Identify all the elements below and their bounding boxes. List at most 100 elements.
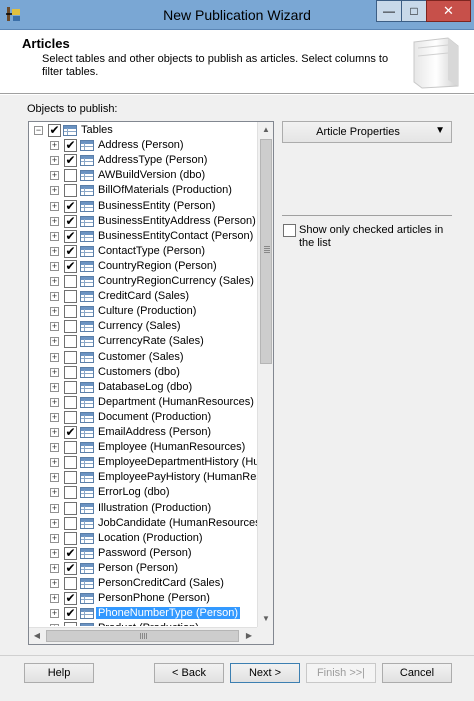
- tree-item[interactable]: + ✔ ContactType (Person): [29, 244, 257, 259]
- tree-item[interactable]: + CreditCard (Sales): [29, 289, 257, 304]
- expand-icon[interactable]: +: [50, 534, 59, 543]
- expand-icon[interactable]: +: [50, 504, 59, 513]
- tree-item[interactable]: + ✔ AddressType (Person): [29, 153, 257, 168]
- expand-icon[interactable]: +: [50, 398, 59, 407]
- expand-icon[interactable]: +: [50, 232, 59, 241]
- expand-icon[interactable]: +: [50, 609, 59, 618]
- expand-icon[interactable]: +: [50, 488, 59, 497]
- expand-icon[interactable]: +: [50, 247, 59, 256]
- expand-icon[interactable]: +: [50, 337, 59, 346]
- article-checkbox[interactable]: ✔: [64, 592, 77, 605]
- article-checkbox[interactable]: [64, 366, 77, 379]
- expand-icon[interactable]: +: [50, 217, 59, 226]
- expand-icon[interactable]: +: [50, 171, 59, 180]
- tree-item[interactable]: + Customer (Sales): [29, 350, 257, 365]
- tree-item[interactable]: + ErrorLog (dbo): [29, 485, 257, 500]
- expand-icon[interactable]: +: [50, 202, 59, 211]
- tree-item[interactable]: + ✔ BusinessEntityAddress (Person): [29, 214, 257, 229]
- tree-item[interactable]: + Currency (Sales): [29, 319, 257, 334]
- article-checkbox[interactable]: [64, 351, 77, 364]
- tree-item[interactable]: + ✔ BusinessEntityContact (Person): [29, 229, 257, 244]
- tree-item[interactable]: + Employee (HumanResources): [29, 440, 257, 455]
- article-checkbox[interactable]: ✔: [64, 547, 77, 560]
- tree-item[interactable]: + ✔ Password (Person): [29, 546, 257, 561]
- article-checkbox[interactable]: ✔: [64, 139, 77, 152]
- scroll-up-icon[interactable]: ▲: [258, 122, 273, 138]
- scroll-right-icon[interactable]: ▶: [241, 628, 257, 644]
- expand-icon[interactable]: +: [50, 368, 59, 377]
- tree-item[interactable]: + BillOfMaterials (Production): [29, 183, 257, 198]
- tree-item[interactable]: + Culture (Production): [29, 304, 257, 319]
- expand-icon[interactable]: +: [50, 141, 59, 150]
- article-checkbox[interactable]: [64, 577, 77, 590]
- article-properties-dropdown[interactable]: Article Properties ▼: [282, 121, 452, 143]
- tree-item[interactable]: + Illustration (Production): [29, 501, 257, 516]
- maximize-button[interactable]: □: [401, 0, 427, 22]
- article-checkbox[interactable]: [64, 622, 77, 626]
- tree-item[interactable]: + ✔ EmailAddress (Person): [29, 425, 257, 440]
- expand-icon[interactable]: +: [50, 428, 59, 437]
- expand-icon[interactable]: +: [50, 564, 59, 573]
- article-checkbox[interactable]: [64, 290, 77, 303]
- expand-icon[interactable]: +: [50, 473, 59, 482]
- article-checkbox[interactable]: [64, 502, 77, 515]
- show-only-checked-option[interactable]: Show only checked articles in the list: [282, 223, 452, 253]
- tree-item[interactable]: + ✔ Person (Person): [29, 561, 257, 576]
- tree-item[interactable]: + CurrencyRate (Sales): [29, 334, 257, 349]
- tree-horizontal-scrollbar[interactable]: ◀ ▶: [29, 627, 257, 644]
- article-checkbox[interactable]: ✔: [64, 426, 77, 439]
- tree-item[interactable]: + DatabaseLog (dbo): [29, 380, 257, 395]
- expand-icon[interactable]: +: [50, 413, 59, 422]
- tree-item[interactable]: + Product (Production): [29, 621, 257, 626]
- tree-item[interactable]: + Document (Production): [29, 410, 257, 425]
- expand-icon[interactable]: +: [50, 292, 59, 301]
- objects-tree[interactable]: − ✔ Tables + ✔ Address (Person) + ✔ AddressTy…: [28, 121, 274, 645]
- show-only-checked-checkbox[interactable]: [283, 224, 296, 237]
- article-checkbox[interactable]: [64, 305, 77, 318]
- article-checkbox[interactable]: [64, 320, 77, 333]
- tree-item[interactable]: + ✔ PersonPhone (Person): [29, 591, 257, 606]
- article-checkbox[interactable]: [64, 486, 77, 499]
- article-checkbox[interactable]: ✔: [64, 562, 77, 575]
- article-checkbox[interactable]: ✔: [64, 200, 77, 213]
- tree-item[interactable]: + ✔ Address (Person): [29, 138, 257, 153]
- help-button[interactable]: Help: [24, 663, 94, 683]
- expand-icon[interactable]: +: [50, 277, 59, 286]
- back-button[interactable]: < Back: [154, 663, 224, 683]
- tree-item[interactable]: + ✔ BusinessEntity (Person): [29, 199, 257, 214]
- article-checkbox[interactable]: [64, 411, 77, 424]
- article-checkbox[interactable]: ✔: [64, 260, 77, 273]
- tree-item[interactable]: + ✔ PhoneNumberType (Person): [29, 606, 257, 621]
- scroll-down-icon[interactable]: ▼: [258, 611, 273, 627]
- tree-item[interactable]: + Location (Production): [29, 531, 257, 546]
- finish-button[interactable]: Finish >>|: [306, 663, 376, 683]
- expand-icon[interactable]: +: [50, 322, 59, 331]
- expand-icon[interactable]: +: [50, 186, 59, 195]
- expand-icon[interactable]: +: [50, 519, 59, 528]
- expand-icon[interactable]: +: [50, 624, 59, 626]
- tables-checkbox[interactable]: ✔: [48, 124, 61, 137]
- tree-item[interactable]: + EmployeePayHistory (HumanResour: [29, 470, 257, 485]
- expand-icon[interactable]: +: [50, 383, 59, 392]
- expand-icon[interactable]: +: [50, 262, 59, 271]
- next-button[interactable]: Next >: [230, 663, 300, 683]
- tree-item[interactable]: + AWBuildVersion (dbo): [29, 168, 257, 183]
- expand-icon[interactable]: +: [50, 353, 59, 362]
- article-checkbox[interactable]: [64, 456, 77, 469]
- tree-item[interactable]: + Customers (dbo): [29, 365, 257, 380]
- article-checkbox[interactable]: [64, 517, 77, 530]
- expand-icon[interactable]: +: [50, 458, 59, 467]
- tree-item[interactable]: + ✔ CountryRegion (Person): [29, 259, 257, 274]
- article-checkbox[interactable]: ✔: [64, 230, 77, 243]
- article-checkbox[interactable]: ✔: [64, 607, 77, 620]
- cancel-button[interactable]: Cancel: [382, 663, 452, 683]
- tree-root-tables[interactable]: − ✔ Tables: [29, 123, 257, 138]
- scroll-left-icon[interactable]: ◀: [29, 628, 45, 644]
- article-checkbox[interactable]: ✔: [64, 154, 77, 167]
- expand-icon[interactable]: +: [50, 307, 59, 316]
- expand-icon[interactable]: +: [50, 594, 59, 603]
- close-button[interactable]: ✕: [426, 0, 471, 22]
- article-checkbox[interactable]: [64, 169, 77, 182]
- minimize-button[interactable]: —: [376, 0, 402, 22]
- article-checkbox[interactable]: [64, 532, 77, 545]
